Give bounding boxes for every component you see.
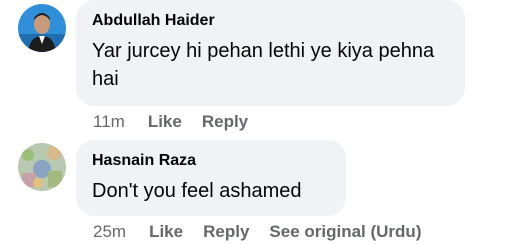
avatar[interactable] xyxy=(18,143,66,191)
reply-button[interactable]: Reply xyxy=(203,222,249,242)
comment-actions: 25m Like Reply See original (Urdu) xyxy=(93,221,421,243)
avatar[interactable] xyxy=(18,4,66,52)
like-button[interactable]: Like xyxy=(149,222,183,242)
comment-timestamp[interactable]: 11m xyxy=(93,112,125,132)
comment-actions: 11m Like Reply xyxy=(93,111,248,133)
comment-bubble: Abdullah Haider Yar jurcey hi pehan leth… xyxy=(76,0,465,106)
comment-author[interactable]: Hasnain Raza xyxy=(92,151,330,171)
comment-author[interactable]: Abdullah Haider xyxy=(92,11,449,31)
reply-button[interactable]: Reply xyxy=(202,112,248,132)
comment-bubble: Hasnain Raza Don't you feel ashamed xyxy=(76,140,346,216)
like-button[interactable]: Like xyxy=(148,112,182,132)
see-original-button[interactable]: See original (Urdu) xyxy=(269,222,421,242)
profile-photo-icon xyxy=(18,4,66,52)
comment-text: Yar jurcey hi pehan lethi ye kiya pehna … xyxy=(92,40,435,90)
comment-timestamp[interactable]: 25m xyxy=(93,222,126,242)
comment-text: Don't you feel ashamed xyxy=(92,180,302,202)
profile-photo-icon xyxy=(18,143,66,191)
